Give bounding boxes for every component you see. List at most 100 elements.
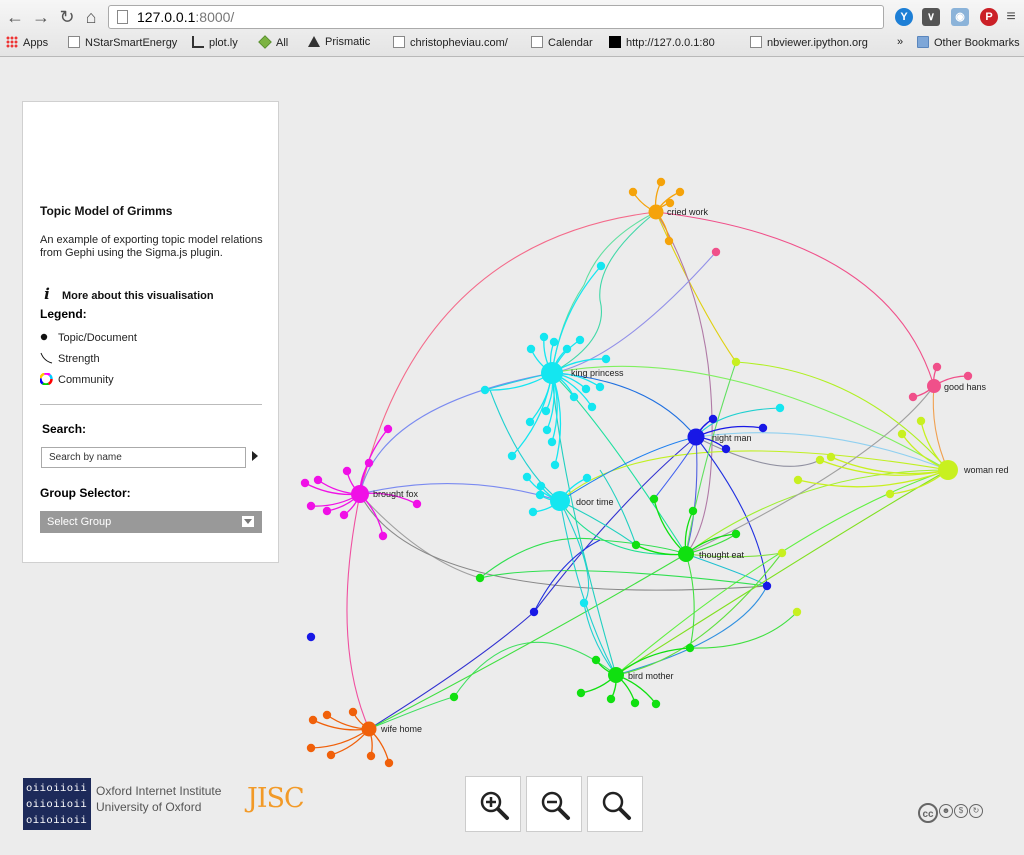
graph-node[interactable]	[711, 247, 721, 257]
leaf-node[interactable]	[688, 506, 698, 516]
pocket-icon[interactable]: ∨	[922, 8, 940, 26]
leaf-node[interactable]	[826, 452, 836, 462]
hub-node-cried-work[interactable]	[648, 204, 664, 220]
leaf-node[interactable]	[582, 473, 592, 483]
leaf-node[interactable]	[306, 501, 316, 511]
leaf-node[interactable]	[675, 187, 685, 197]
leaf-node[interactable]	[606, 694, 616, 704]
leaf-node[interactable]	[326, 750, 336, 760]
leaf-node[interactable]	[601, 354, 611, 364]
leaf-node[interactable]	[522, 472, 532, 482]
leaf-node[interactable]	[897, 429, 907, 439]
leaf-node[interactable]	[339, 510, 349, 520]
leaf-node[interactable]	[541, 406, 551, 416]
leaf-node[interactable]	[528, 507, 538, 517]
graph-node[interactable]	[762, 581, 772, 591]
graph-node[interactable]	[792, 607, 802, 617]
bookmark-calendar[interactable]: Calendar	[531, 36, 593, 49]
forward-icon[interactable]: →	[30, 6, 52, 28]
leaf-node[interactable]	[480, 385, 490, 395]
leaf-node[interactable]	[536, 481, 546, 491]
home-icon[interactable]: ⌂	[80, 6, 102, 28]
leaf-node[interactable]	[300, 478, 310, 488]
graph-node[interactable]	[529, 607, 539, 617]
leaf-node[interactable]	[649, 494, 659, 504]
graph-node[interactable]	[775, 403, 785, 413]
bookmark-plotly[interactable]: plot.ly	[192, 36, 238, 49]
leaf-node[interactable]	[595, 382, 605, 392]
leaf-node[interactable]	[525, 417, 535, 427]
bookmark-localhost[interactable]: http://127.0.0.1:80	[609, 36, 715, 49]
leaf-node[interactable]	[575, 335, 585, 345]
leaf-node[interactable]	[664, 236, 674, 246]
graph-node[interactable]	[449, 692, 459, 702]
leaf-node[interactable]	[885, 489, 895, 499]
leaf-node[interactable]	[916, 416, 926, 426]
leaf-node[interactable]	[378, 531, 388, 541]
leaf-node[interactable]	[383, 424, 393, 434]
leaf-node[interactable]	[591, 655, 601, 665]
leaf-node[interactable]	[596, 261, 606, 271]
leaf-node[interactable]	[547, 437, 557, 447]
leaf-node[interactable]	[665, 198, 675, 208]
leaf-node[interactable]	[535, 490, 545, 500]
hub-node-woman-red[interactable]	[938, 460, 958, 480]
graph-node[interactable]	[475, 573, 485, 583]
leaf-node[interactable]	[308, 715, 318, 725]
hub-node-king-princess[interactable]	[541, 362, 563, 384]
leaf-node[interactable]	[721, 444, 731, 454]
leaf-node[interactable]	[758, 423, 768, 433]
graph-node[interactable]	[731, 357, 741, 367]
leaf-node[interactable]	[908, 392, 918, 402]
leaf-node[interactable]	[793, 475, 803, 485]
leaf-node[interactable]	[630, 698, 640, 708]
hub-node-thought-eat[interactable]	[678, 546, 694, 562]
leaf-node[interactable]	[576, 688, 586, 698]
leaf-node[interactable]	[542, 425, 552, 435]
leaf-node[interactable]	[539, 332, 549, 342]
bookmark-all[interactable]: All	[258, 35, 288, 49]
leaf-node[interactable]	[708, 414, 718, 424]
leaf-node[interactable]	[306, 743, 316, 753]
leaf-node[interactable]	[412, 499, 422, 509]
network-graph[interactable]: cried work king princess good hans night…	[0, 57, 1024, 777]
address-bar[interactable]: 127.0.0.1:8000/	[108, 5, 884, 29]
graph-node[interactable]	[579, 598, 589, 608]
hub-node-brought-fox[interactable]	[351, 485, 369, 503]
leaf-node[interactable]	[507, 451, 517, 461]
leaf-node[interactable]	[526, 344, 536, 354]
leaf-node[interactable]	[322, 710, 332, 720]
camera-icon[interactable]: ◉	[951, 8, 969, 26]
leaf-node[interactable]	[550, 460, 560, 470]
leaf-node[interactable]	[587, 402, 597, 412]
bookmarks-overflow[interactable]: »	[897, 36, 903, 48]
leaf-node[interactable]	[348, 707, 358, 717]
graph-node[interactable]	[306, 632, 316, 642]
leaf-node[interactable]	[313, 475, 323, 485]
zoom-reset-button[interactable]	[587, 776, 643, 832]
leaf-node[interactable]	[322, 506, 332, 516]
hub-node-wife-home[interactable]	[361, 721, 377, 737]
leaf-node[interactable]	[562, 344, 572, 354]
leaf-node[interactable]	[815, 455, 825, 465]
leaf-node[interactable]	[963, 371, 973, 381]
bookmark-nstar[interactable]: NStarSmartEnergy	[68, 36, 177, 49]
leaf-node[interactable]	[656, 177, 666, 187]
menu-icon[interactable]: ≡	[1000, 6, 1022, 28]
bookmark-other[interactable]: Other Bookmarks	[917, 36, 1020, 49]
bookmark-prismatic[interactable]: Prismatic	[308, 36, 370, 48]
graph-node[interactable]	[777, 548, 787, 558]
zoom-in-button[interactable]	[465, 776, 521, 832]
extension-y-icon[interactable]: Y	[895, 8, 913, 26]
leaf-node[interactable]	[569, 392, 579, 402]
leaf-node[interactable]	[631, 540, 641, 550]
leaf-node[interactable]	[731, 529, 741, 539]
leaf-node[interactable]	[364, 458, 374, 468]
pinterest-icon[interactable]: P	[980, 8, 998, 26]
hub-node-door-time[interactable]	[550, 491, 570, 511]
bookmark-apps[interactable]: Apps	[6, 36, 48, 49]
leaf-node[interactable]	[366, 751, 376, 761]
hub-node-good-hans[interactable]	[927, 379, 941, 393]
zoom-out-button[interactable]	[526, 776, 582, 832]
leaf-node[interactable]	[342, 466, 352, 476]
